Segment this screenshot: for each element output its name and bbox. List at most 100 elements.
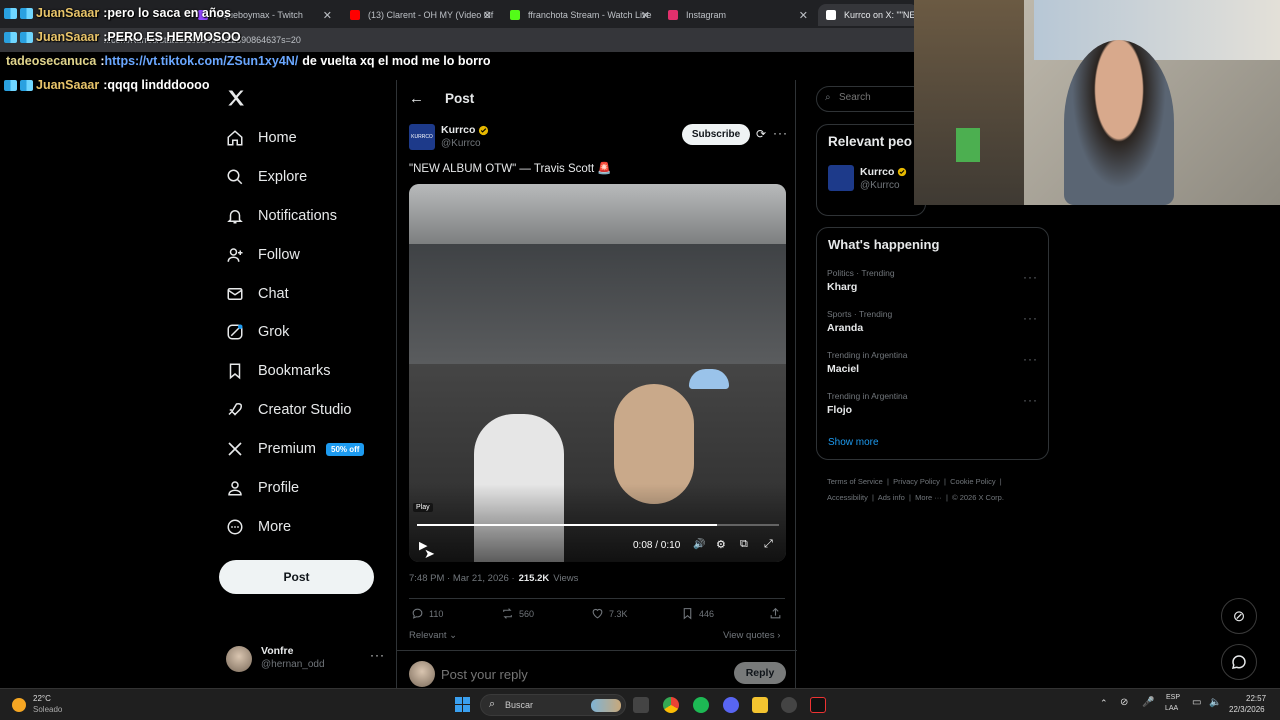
more-dots-icon[interactable]: ··· [1023, 270, 1038, 284]
repost-action[interactable]: 560 [501, 607, 534, 620]
tab-youtube[interactable]: (13) Clarent - OH MY (Video Of ✕ [342, 4, 500, 26]
close-icon[interactable]: ✕ [323, 9, 332, 22]
footer-link[interactable]: Privacy Policy [893, 477, 940, 486]
grok-explain-icon[interactable]: ⟳ [756, 127, 766, 141]
share-action[interactable] [769, 607, 787, 620]
volume-icon[interactable]: 🔈 [1209, 697, 1221, 708]
monitor-icon[interactable]: ▭ [1192, 697, 1201, 708]
author-handle: @Kurrco [441, 138, 481, 149]
search-box[interactable]: ⌕ [816, 86, 926, 112]
tiktok-icon[interactable] [810, 697, 826, 713]
nav-grok[interactable]: Grok [226, 317, 289, 347]
trend-item[interactable]: Sports · Trending Aranda ··· [817, 307, 1050, 341]
more-dots-icon[interactable]: ··· [773, 126, 788, 140]
nav-profile[interactable]: Profile [226, 473, 299, 503]
author-name-row[interactable]: Kurrco [441, 124, 489, 136]
nav-bookmarks[interactable]: Bookmarks [226, 356, 331, 386]
video-controls-gradient [409, 484, 786, 562]
view-quotes-link[interactable]: View quotes › [723, 630, 780, 641]
chat-username: tadeosecanuca [6, 54, 97, 68]
bookmark-action[interactable]: 446 [681, 607, 714, 620]
search-input[interactable] [839, 92, 919, 103]
subscribe-button[interactable]: Subscribe [682, 124, 750, 145]
trend-meta: Politics · Trending [827, 268, 895, 278]
nav-follow[interactable]: Follow [226, 240, 300, 270]
spotify-icon[interactable] [693, 697, 709, 713]
messages-floating-button[interactable] [1221, 644, 1257, 680]
nav-more[interactable]: More [226, 512, 291, 542]
x-logo[interactable] [226, 88, 246, 113]
trend-item[interactable]: Trending in Argentina Flojo ··· [817, 389, 1050, 423]
discord-icon[interactable] [723, 697, 739, 713]
grok-floating-button[interactable]: ⊘ [1221, 598, 1257, 634]
like-action[interactable]: 7.3K [591, 607, 628, 620]
nav-explore[interactable]: Explore [226, 162, 307, 192]
clock-date[interactable]: 22/3/2026 [1229, 705, 1265, 714]
wall-art [1034, 0, 1280, 60]
footer-link[interactable]: Cookie Policy [950, 477, 995, 486]
chrome-icon[interactable] [663, 697, 679, 713]
taskbar-search[interactable]: ⌕ Buscar [480, 694, 626, 716]
settings-icon[interactable]: ⚙ [716, 538, 726, 551]
footer-link[interactable]: Terms of Service [827, 477, 883, 486]
like-count: 7.3K [609, 608, 628, 619]
close-icon[interactable]: ✕ [641, 9, 650, 22]
more-dots-icon[interactable]: ··· [370, 648, 385, 662]
chat-link: https://vt.tiktok.com/ZSun1xy4N/ [104, 54, 299, 68]
nav-label: More [258, 519, 292, 535]
reply-input[interactable] [441, 664, 681, 684]
nav-label: Home [258, 130, 297, 146]
keyboard-layout[interactable]: LAA [1165, 705, 1178, 712]
mic-icon[interactable]: 🎤 [1142, 697, 1154, 708]
video-progress-track[interactable] [417, 524, 779, 526]
nav-label: Bookmarks [258, 363, 331, 379]
footer-link[interactable]: Accessibility [827, 493, 868, 502]
folder-icon[interactable] [752, 697, 768, 713]
clock-time[interactable]: 22:57 [1246, 694, 1266, 703]
volume-icon[interactable]: 🔊 [693, 539, 705, 550]
bookmark-icon [683, 608, 692, 620]
author-avatar[interactable]: KURRCO [409, 124, 435, 150]
weather-temp[interactable]: 22°C [33, 694, 51, 703]
popout-icon[interactable]: ⧉ [740, 538, 748, 551]
back-arrow-icon[interactable]: ← [409, 90, 424, 107]
tab-x-active[interactable]: Kurrco on X: ""NEW A [818, 4, 918, 26]
windows-start-icon[interactable] [455, 697, 470, 712]
tab-instagram[interactable]: Instagram ✕ [660, 4, 816, 26]
nav-chat[interactable]: Chat [226, 279, 289, 309]
weather-desc[interactable]: Soleado [33, 705, 62, 714]
chevron-up-icon[interactable]: ⌃ [1100, 698, 1108, 709]
trend-item[interactable]: Politics · Trending Kharg ··· [817, 266, 1050, 300]
reply-action[interactable]: 110 [411, 607, 443, 620]
compose-post-button[interactable]: Post [219, 560, 374, 594]
fullscreen-icon[interactable]: ⤢ [764, 538, 773, 551]
language-code[interactable]: ESP [1166, 694, 1180, 701]
show-more-link[interactable]: Show more [828, 437, 879, 448]
tab-label: Instagram [686, 10, 727, 20]
close-icon[interactable]: ✕ [799, 9, 808, 22]
footer-link[interactable]: Ads info [878, 493, 905, 502]
video-player[interactable]: Play ▶ 0:08 / 0:10 🔊 ⚙ ⧉ ⤢ [409, 184, 786, 562]
account-switcher[interactable]: Vonfre @hernan_odd ··· [226, 644, 386, 674]
nav-home[interactable]: Home [226, 123, 297, 153]
more-dots-icon[interactable]: ··· [1023, 311, 1038, 325]
sort-dropdown[interactable]: Relevant ⌄ [409, 630, 457, 641]
nav-creator-studio[interactable]: Creator Studio [226, 395, 352, 425]
trend-item[interactable]: Trending in Argentina Maciel ··· [817, 348, 1050, 382]
nav-premium[interactable]: Premium 50% off [226, 434, 365, 464]
grok-icon: ⊘ [1232, 608, 1246, 625]
kick-icon [510, 10, 520, 20]
relevant-user-name-row[interactable]: Kurrco [860, 166, 907, 178]
steam-icon[interactable] [781, 697, 797, 713]
nav-label: Creator Studio [258, 402, 352, 418]
author-avatar[interactable] [828, 165, 854, 191]
reply-button[interactable]: Reply [734, 662, 786, 684]
more-dots-icon[interactable]: ··· [1023, 393, 1038, 407]
nav-notifications[interactable]: Notifications [226, 201, 337, 231]
footer-link[interactable]: More ··· [915, 493, 942, 502]
tab-kick[interactable]: ffranchota Stream - Watch Live ✕ [502, 4, 658, 26]
task-view-icon[interactable] [633, 697, 649, 713]
more-dots-icon[interactable]: ··· [1023, 352, 1038, 366]
close-icon[interactable]: ✕ [483, 9, 492, 22]
network-icon[interactable]: ⊘ [1120, 697, 1128, 708]
